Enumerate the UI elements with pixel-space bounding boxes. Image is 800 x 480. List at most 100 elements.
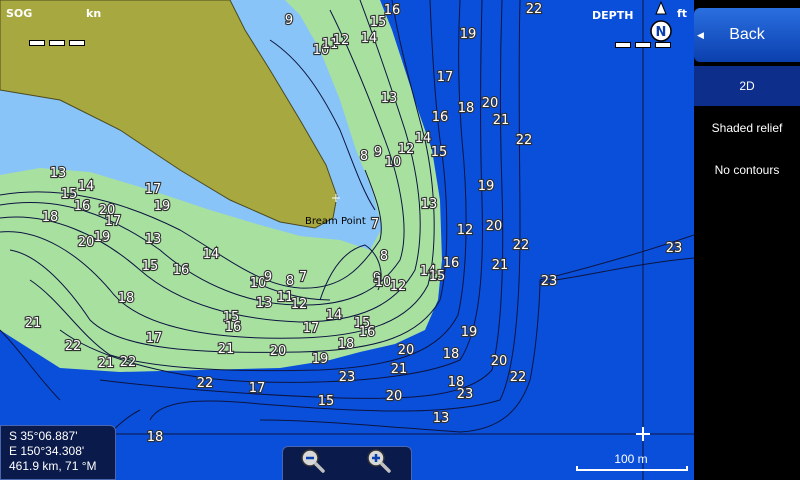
sog-unit: kn: [86, 7, 102, 20]
sidebar-menu: ◀ Back 2D Shaded relief No contours: [694, 0, 800, 480]
depth-sounding: 18: [118, 291, 135, 306]
depth-sounding: 16: [74, 199, 91, 214]
depth-sounding: 8: [286, 274, 294, 289]
cursor-position-box[interactable]: S 35°06.887' E 150°34.308' 461.9 km, 71 …: [0, 425, 116, 480]
depth-sounding: 22: [65, 339, 82, 354]
menu-item-shaded-relief[interactable]: Shaded relief: [694, 108, 800, 148]
depth-sounding: 20: [482, 96, 499, 111]
menu-item-no-contours[interactable]: No contours: [694, 150, 800, 190]
depth-sounding: 20: [99, 203, 116, 218]
depth-sounding: 14: [361, 31, 378, 46]
depth-sounding: 16: [359, 325, 376, 340]
depth-unit: ft: [677, 7, 688, 20]
depth-sounding: 15: [429, 269, 446, 284]
depth-sounding: 16: [173, 263, 190, 278]
depth-sounding: 23: [666, 241, 683, 256]
back-button[interactable]: ◀ Back: [694, 8, 800, 62]
depth-sounding: 15: [142, 259, 159, 274]
depth-sounding: 19: [154, 199, 171, 214]
depth-sounding: 7: [299, 270, 307, 285]
zoom-in-icon[interactable]: [365, 447, 391, 473]
depth-sounding: 18: [458, 101, 475, 116]
depth-sounding: 15: [431, 145, 448, 160]
depth-sounding: 13: [381, 91, 398, 106]
depth-sounding: 19: [478, 179, 495, 194]
depth-sounding: 16: [432, 110, 449, 125]
menu-item-2d[interactable]: 2D: [694, 66, 800, 106]
nautical-chart[interactable]: Bream Point 9 15 16 22 19 10 11 12 14 17 13 16 18 20 2…: [0, 0, 694, 480]
north-letter: N: [656, 25, 667, 40]
menu-item-label: No contours: [714, 163, 780, 177]
sog-label: SOG: [6, 7, 33, 20]
depth-sounding: 22: [516, 133, 533, 148]
depth-sounding: 21: [492, 258, 509, 273]
depth-sounding: 20: [386, 389, 403, 404]
depth-sounding: 21: [98, 356, 115, 371]
depth-sounding: 12: [390, 279, 407, 294]
depth-sounding: 14: [78, 179, 95, 194]
depth-sounding: 7: [371, 217, 379, 232]
depth-sounding: 21: [218, 342, 235, 357]
depth-sounding: 21: [493, 113, 510, 128]
depth-sounding: 17: [303, 321, 320, 336]
depth-sounding: 9: [285, 13, 293, 28]
depth-sounding: 22: [197, 376, 214, 391]
place-label: Bream Point: [305, 216, 366, 227]
depth-sounding: 13: [433, 411, 450, 426]
depth-sounding: 12: [398, 142, 415, 157]
latitude-readout: S 35°06.887': [9, 429, 78, 443]
scale-bar: 100 m: [576, 452, 688, 472]
depth-sounding: 12: [333, 33, 350, 48]
depth-sounding: 23: [457, 387, 474, 402]
depth-sounding: 13: [256, 296, 273, 311]
depth-sounding: 12: [457, 223, 474, 238]
depth-sounding: 20: [270, 344, 287, 359]
depth-sounding: 20: [78, 235, 95, 250]
sog-value-dashes: [29, 40, 85, 46]
depth-label: DEPTH: [592, 9, 634, 22]
depth-sounding: 8: [380, 249, 388, 264]
depth-sounding: 17: [437, 70, 454, 85]
depth-sounding: 16: [384, 3, 401, 18]
depth-sounding: 18: [42, 210, 59, 225]
depth-sounding: 22: [513, 238, 530, 253]
menu-item-label: Shaded relief: [711, 121, 783, 135]
depth-sounding: 9: [374, 145, 382, 160]
scale-label: 100 m: [614, 452, 648, 466]
depth-sounding: 18: [338, 337, 355, 352]
depth-sounding: 20: [486, 219, 503, 234]
depth-sounding: 13: [145, 232, 162, 247]
chart-canvas[interactable]: Bream Point 9 1516 2219101112 1417131618 202…: [0, 0, 694, 480]
depth-sounding: 16: [225, 320, 242, 335]
depth-sounding: 15: [318, 394, 335, 409]
chevron-left-icon: ◀: [697, 30, 704, 40]
depth-sounding: 17: [145, 182, 162, 197]
depth-sounding: 17: [249, 381, 266, 396]
scale-bar-line: [576, 466, 688, 471]
depth-sounding: 23: [541, 274, 558, 289]
depth-sounding: 20: [398, 343, 415, 358]
depth-sounding: 22: [510, 370, 527, 385]
zoom-out-icon[interactable]: [299, 447, 325, 473]
depth-value-dashes: [615, 42, 671, 48]
menu-item-label: 2D: [739, 79, 755, 93]
depth-sounding: 13: [50, 166, 67, 181]
depth-sounding: 19: [312, 352, 329, 367]
depth-sounding: 14: [415, 131, 432, 146]
back-button-label: Back: [729, 26, 765, 43]
depth-sounding: 13: [421, 197, 438, 212]
depth-sounding: 18: [147, 430, 164, 445]
depth-sounding: 12: [291, 297, 308, 312]
depth-sounding: 8: [360, 149, 368, 164]
chart-plotter-screen: Bream Point 9 15 16 22 19 10 11 12 14 17 13 16 18 20 2…: [0, 0, 800, 480]
depth-sounding: 21: [391, 362, 408, 377]
depth-sounding: 10: [385, 155, 402, 170]
depth-sounding: 14: [326, 308, 343, 323]
depth-sounding: 18: [443, 347, 460, 362]
depth-sounding: 23: [339, 370, 356, 385]
depth-sounding: 20: [491, 354, 508, 369]
depth-sounding: 22: [120, 355, 137, 370]
depth-sounding: 21: [25, 316, 42, 331]
depth-sounding: 19: [94, 230, 111, 245]
depth-sounding: 14: [203, 247, 220, 262]
